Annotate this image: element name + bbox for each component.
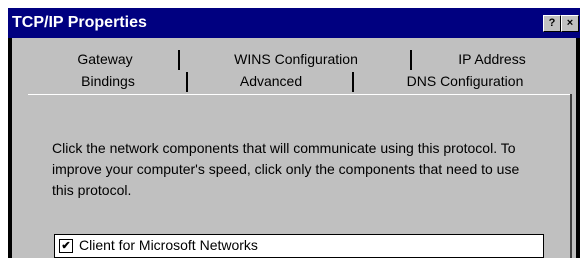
title-bar: TCP/IP Properties ? × — [8, 8, 580, 38]
tab-row-back: Gateway WINS Configuration IP Address — [12, 48, 576, 72]
tab-panel-top-edge — [28, 94, 572, 95]
help-button[interactable]: ? — [543, 15, 561, 32]
tab-dns-configuration[interactable]: DNS Configuration — [354, 70, 576, 92]
bindings-description: Click the network components that will c… — [52, 140, 520, 198]
tab-panel-right-edge — [570, 94, 572, 258]
tab-ip-address[interactable]: IP Address — [412, 48, 572, 70]
tab-label: WINS Configuration — [234, 51, 358, 67]
tab-gateway[interactable]: Gateway — [30, 48, 180, 70]
components-listbox[interactable]: ✔ Client for Microsoft Networks — [54, 234, 544, 258]
tcpip-properties-window: TCP/IP Properties ? × Gateway WINS Confi… — [8, 8, 580, 258]
list-item-label: Client for Microsoft Networks — [79, 237, 258, 253]
window-title: TCP/IP Properties — [12, 14, 147, 31]
client-for-microsoft-networks-checkbox[interactable]: ✔ — [59, 239, 73, 253]
tab-advanced[interactable]: Advanced — [188, 70, 354, 92]
tab-label: Advanced — [239, 73, 303, 89]
tab-label: Gateway — [77, 51, 133, 67]
tab-label: Bindings — [81, 73, 135, 89]
tab-row-front: Bindings Advanced DNS Configuration — [12, 70, 576, 94]
tab-bindings[interactable]: Bindings — [28, 70, 188, 92]
close-button[interactable]: × — [561, 15, 579, 32]
tab-label: IP Address — [458, 51, 526, 67]
tab-label: DNS Configuration — [406, 73, 524, 89]
dialog-client: Gateway WINS Configuration IP Address Bi… — [12, 38, 576, 258]
tab-wins-configuration[interactable]: WINS Configuration — [180, 48, 412, 70]
